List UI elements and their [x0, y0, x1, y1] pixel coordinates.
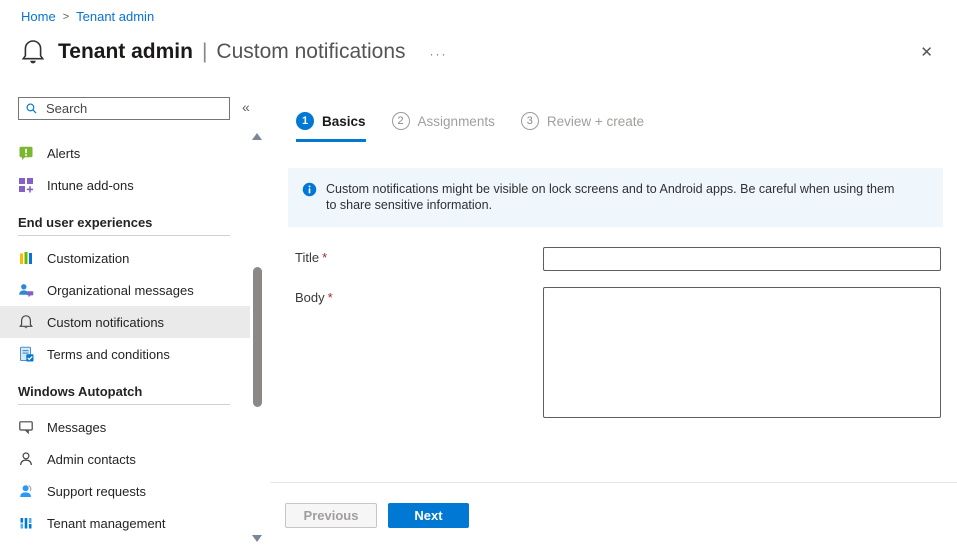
step-number-badge: 2 — [392, 112, 410, 130]
sidebar-item-customization[interactable]: Customization — [0, 242, 250, 274]
wizard-steps: 1 Basics 2 Assignments 3 Review + create — [296, 112, 644, 130]
info-icon — [302, 182, 317, 197]
admin-contact-icon — [18, 451, 34, 467]
sidebar-item-label: Alerts — [47, 146, 80, 161]
sidebar-search-box — [18, 97, 230, 120]
support-request-icon — [18, 483, 34, 499]
previous-button[interactable]: Previous — [285, 503, 377, 528]
breadcrumb: Home > Tenant admin — [21, 9, 154, 24]
step-number-badge: 1 — [296, 112, 314, 130]
step-number-badge: 3 — [521, 112, 539, 130]
info-banner: Custom notifications might be visible on… — [288, 168, 943, 227]
scrollbar-down-arrow-icon[interactable] — [252, 535, 262, 542]
sidebar: « Alerts Intune add-ons End user experienc… — [0, 95, 268, 547]
intune-addons-icon — [18, 177, 34, 193]
sidebar-item-label: Support requests — [47, 484, 146, 499]
sidebar-item-intune-add-ons[interactable]: Intune add-ons — [0, 169, 250, 201]
next-button[interactable]: Next — [388, 503, 469, 528]
breadcrumb-separator: > — [63, 11, 69, 23]
breadcrumb-home-link[interactable]: Home — [21, 9, 56, 24]
sidebar-item-support-requests[interactable]: Support requests — [0, 475, 250, 507]
sidebar-group-divider — [18, 235, 230, 236]
body-field-label: Body* — [295, 290, 333, 305]
body-required-mark: * — [328, 290, 333, 305]
sidebar-item-label: Terms and conditions — [47, 347, 170, 362]
title-required-mark: * — [322, 250, 327, 265]
sidebar-item-organizational-messages[interactable]: Organizational messages — [0, 274, 250, 306]
close-icon[interactable]: ✕ — [916, 41, 937, 64]
sidebar-item-tenant-management[interactable]: Tenant management — [0, 507, 250, 539]
wizard-step-basics[interactable]: 1 Basics — [296, 112, 366, 130]
page-subtitle: Custom notifications — [216, 40, 405, 64]
customization-icon — [18, 250, 34, 266]
more-options-button[interactable]: ··· — [430, 47, 448, 61]
sidebar-nav: Alerts Intune add-ons End user experiences… — [0, 137, 250, 539]
terms-conditions-icon — [18, 346, 34, 362]
sidebar-item-custom-notifications[interactable]: Custom notifications — [0, 306, 250, 338]
tenant-management-icon — [18, 515, 34, 531]
sidebar-item-label: Intune add-ons — [47, 178, 134, 193]
search-icon — [25, 102, 38, 115]
wizard-step-assignments[interactable]: 2 Assignments — [392, 112, 495, 130]
sidebar-item-admin-contacts[interactable]: Admin contacts — [0, 443, 250, 475]
sidebar-item-terms-and-conditions[interactable]: Terms and conditions — [0, 338, 250, 370]
sidebar-item-messages[interactable]: Messages — [0, 411, 250, 443]
sidebar-item-label: Customization — [47, 251, 129, 266]
sidebar-item-label: Admin contacts — [47, 452, 136, 467]
sidebar-item-label: Messages — [47, 420, 106, 435]
sidebar-item-alerts[interactable]: Alerts — [0, 137, 250, 169]
sidebar-item-label: Tenant management — [47, 516, 166, 531]
step-label: Assignments — [418, 114, 495, 129]
bell-icon — [21, 38, 45, 66]
page-title: Tenant admin — [58, 40, 193, 64]
alerts-icon — [18, 145, 34, 161]
wizard-step-review-create[interactable]: 3 Review + create — [521, 112, 644, 130]
sidebar-group-header: Windows Autopatch — [0, 380, 250, 402]
title-divider: | — [202, 40, 207, 64]
sidebar-group-divider — [18, 404, 230, 405]
sidebar-item-label: Custom notifications — [47, 315, 164, 330]
breadcrumb-tenant-admin-link[interactable]: Tenant admin — [76, 9, 154, 24]
search-input[interactable] — [44, 100, 223, 117]
scrollbar-thumb[interactable] — [253, 267, 262, 407]
info-banner-text: Custom notifications might be visible on… — [326, 181, 903, 215]
title-field-label: Title* — [295, 250, 327, 265]
scrollbar-up-arrow-icon[interactable] — [252, 133, 262, 140]
collapse-sidebar-icon[interactable]: « — [242, 99, 250, 115]
organizational-messages-icon — [18, 282, 34, 298]
message-bubble-icon — [18, 419, 34, 435]
sidebar-item-label: Organizational messages — [47, 283, 194, 298]
body-label-text: Body — [295, 290, 325, 305]
footer-divider — [271, 482, 957, 483]
title-input[interactable] — [543, 247, 941, 271]
title-label-text: Title — [295, 250, 319, 265]
sidebar-group-header: End user experiences — [0, 211, 250, 233]
page-header: Tenant admin | Custom notifications ··· … — [21, 33, 937, 71]
main-content: 1 Basics 2 Assignments 3 Review + create Cust… — [271, 98, 957, 547]
bell-icon — [18, 314, 34, 330]
step-label: Basics — [322, 114, 366, 129]
step-label: Review + create — [547, 114, 644, 129]
body-textarea[interactable] — [543, 287, 941, 418]
